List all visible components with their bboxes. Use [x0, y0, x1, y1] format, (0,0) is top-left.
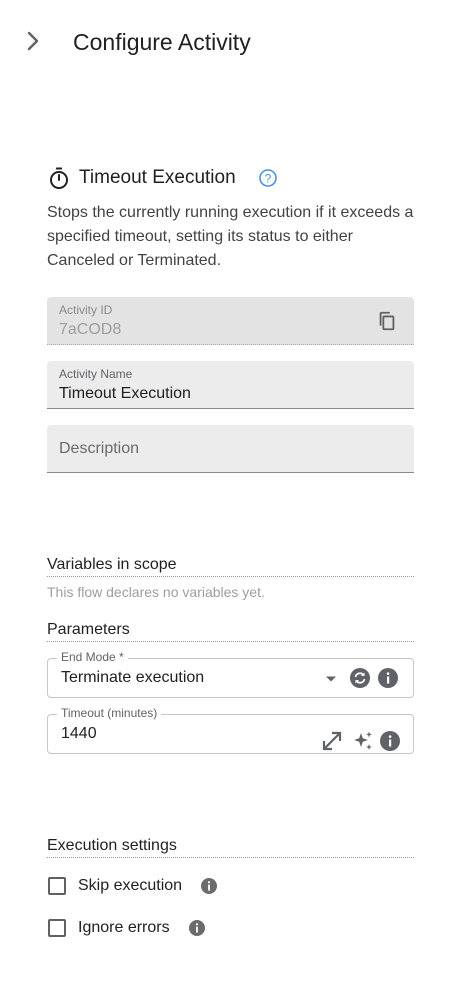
- description-placeholder: Description: [59, 440, 140, 457]
- info-icon[interactable]: [377, 667, 399, 689]
- sparkle-icon[interactable]: [352, 730, 374, 752]
- parameters-heading: Parameters: [47, 620, 414, 642]
- activity-id-field: Activity ID 7aCOD8: [47, 297, 414, 345]
- info-icon[interactable]: [379, 730, 401, 752]
- activity-id-label: Activity ID: [59, 303, 113, 317]
- end-mode-select[interactable]: End Mode * Terminate execution: [47, 650, 414, 698]
- activity-title: Timeout Execution: [79, 167, 236, 188]
- activity-header: Timeout Execution: [47, 164, 236, 192]
- refresh-icon[interactable]: [349, 667, 371, 689]
- variables-empty-text: This flow declares no variables yet.: [47, 584, 265, 600]
- ignore-errors-row[interactable]: Ignore errors: [47, 916, 206, 940]
- expand-icon[interactable]: [321, 730, 343, 752]
- ignore-errors-checkbox[interactable]: [48, 919, 66, 937]
- timeout-label: Timeout (minutes): [57, 706, 162, 720]
- skip-execution-checkbox[interactable]: [48, 877, 66, 895]
- activity-id-value: 7aCOD8: [59, 321, 122, 338]
- activity-name-field[interactable]: Activity Name Timeout Execution: [47, 361, 414, 409]
- description-field[interactable]: Description: [47, 425, 414, 473]
- timer-icon: [50, 167, 68, 189]
- copy-icon[interactable]: [376, 310, 398, 332]
- end-mode-label: End Mode *: [57, 650, 128, 664]
- timeout-field[interactable]: Timeout (minutes) 1440: [47, 706, 414, 754]
- ignore-errors-label[interactable]: Ignore errors: [78, 919, 170, 937]
- info-icon[interactable]: [200, 877, 218, 895]
- execution-settings-heading: Execution settings: [47, 836, 414, 858]
- timeout-value[interactable]: 1440: [61, 725, 97, 743]
- header: Configure Activity: [0, 0, 470, 84]
- activity-description: Stops the currently running execution if…: [47, 204, 414, 269]
- skip-execution-row[interactable]: Skip execution: [47, 874, 218, 898]
- help-circle-icon[interactable]: ?: [258, 168, 278, 188]
- info-icon[interactable]: [188, 919, 206, 937]
- svg-text:?: ?: [265, 172, 272, 186]
- end-mode-value[interactable]: Terminate execution: [61, 669, 204, 687]
- chevron-right-icon[interactable]: [20, 28, 46, 54]
- page-title: Configure Activity: [73, 29, 251, 55]
- activity-name-label: Activity Name: [59, 367, 133, 381]
- dropdown-arrow-icon[interactable]: [320, 668, 342, 690]
- skip-execution-label[interactable]: Skip execution: [78, 877, 182, 895]
- variables-heading: Variables in scope: [47, 555, 414, 577]
- activity-name-value[interactable]: Timeout Execution: [59, 385, 191, 403]
